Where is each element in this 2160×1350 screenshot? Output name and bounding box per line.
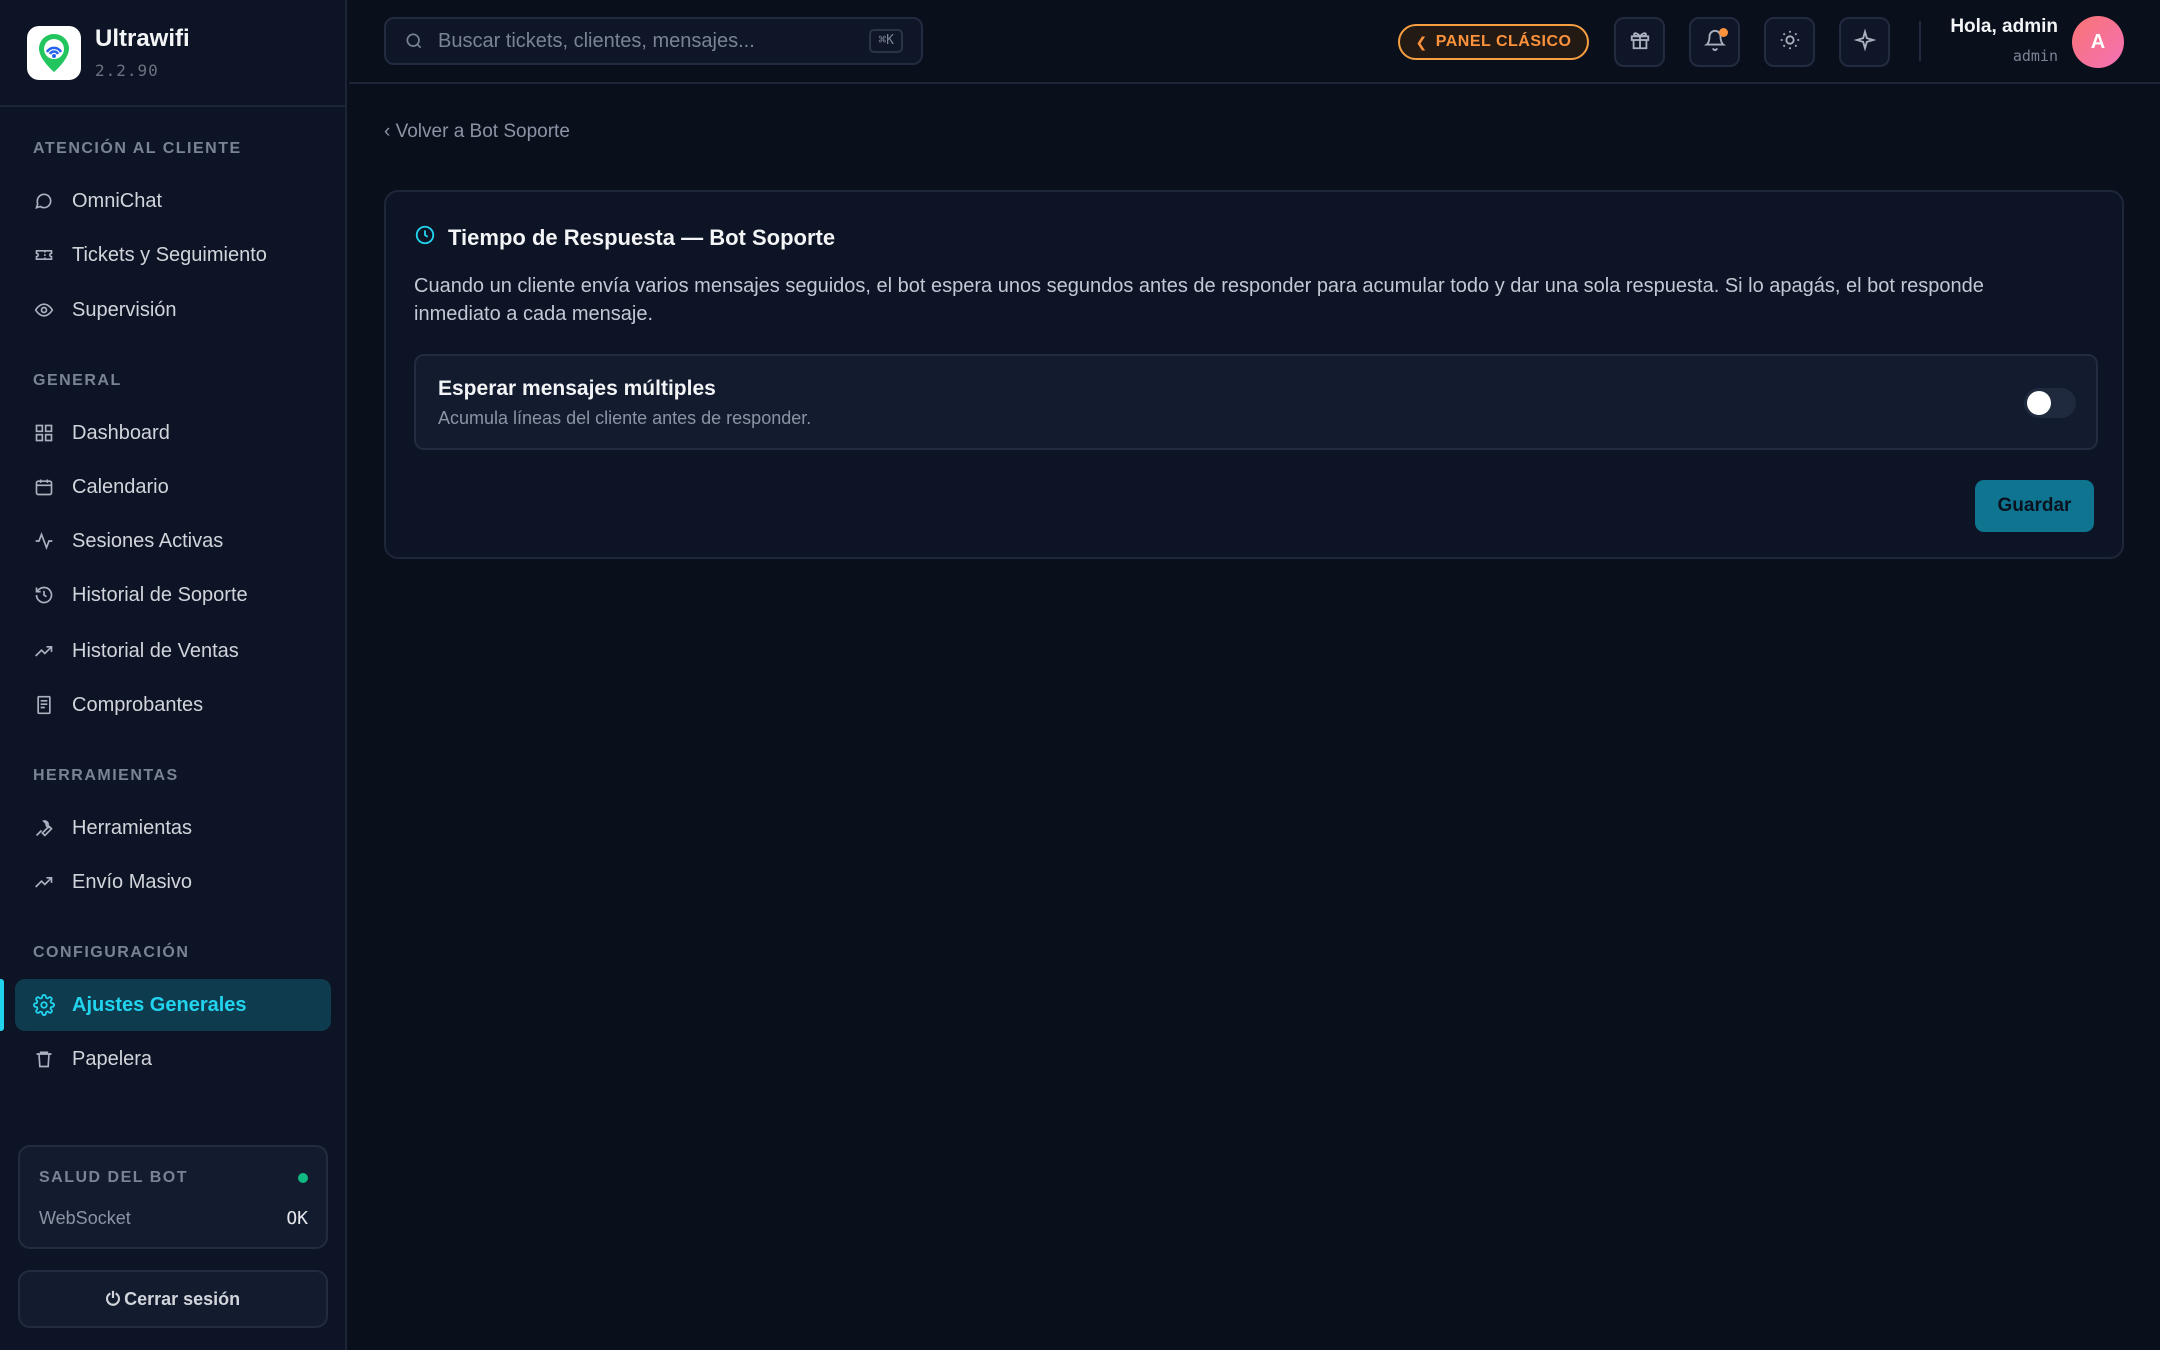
classic-panel-label: PANEL CLÁSICO [1435,33,1572,50]
trending-up-icon [33,871,55,893]
activity-icon [33,530,55,552]
save-button[interactable]: Guardar [1975,480,2094,532]
sidebar-item-label: Historial de Ventas [72,639,239,662]
sidebar-item-label: Historial de Soporte [72,583,248,606]
section-title-configuracion: CONFIGURACIÓN [33,944,190,961]
search-icon [404,31,424,51]
websocket-label: WebSocket [39,1208,131,1228]
user-info: Hola, admin admin [1950,16,2058,65]
card-header: Tiempo de Respuesta — Bot Soporte [414,224,835,251]
sidebar-item-label: Herramientas [72,816,193,839]
sidebar-item-papelera[interactable]: Papelera [15,1033,331,1085]
trending-up-icon [33,640,55,662]
sidebar-item-label: Ajustes Generales [72,993,247,1016]
sidebar-item-label: OmniChat [72,189,163,212]
topbar: ⌘K ❮ PANEL CLÁSICO Hola, admin admin A [349,0,2160,84]
user-role: admin [2012,47,2058,65]
sidebar-item-historial-ventas[interactable]: Historial de Ventas [15,625,331,677]
sidebar-item-herramientas[interactable]: Herramientas [15,802,331,854]
ai-assistant-button[interactable] [1839,17,1890,67]
active-indicator [0,979,4,1031]
sidebar-item-calendario[interactable]: Calendario [15,461,331,513]
section-title-atencion: ATENCIÓN AL CLIENTE [33,140,242,157]
sidebar-item-ajustes-generales[interactable]: Ajustes Generales [15,979,331,1031]
ticket-icon [33,244,55,266]
app-name: Ultrawifi [95,25,190,52]
sidebar-item-label: Sesiones Activas [72,529,224,552]
sidebar-item-label: Papelera [72,1047,153,1070]
bot-health-title: SALUD DEL BOT [39,1169,188,1186]
sidebar-item-historial-soporte[interactable]: Historial de Soporte [15,569,331,621]
eye-icon [33,299,55,321]
shortcut-hint: ⌘K [869,29,903,53]
sidebar-item-label: Calendario [72,475,169,498]
card-description: Cuando un cliente envía varios mensajes … [414,275,1984,325]
gift-icon [1629,29,1651,56]
search-box[interactable]: ⌘K [384,17,923,65]
gear-icon [33,994,55,1016]
sun-icon [1779,29,1801,56]
response-time-card: Tiempo de Respuesta — Bot Soporte Cuando… [384,190,2124,559]
section-title-general: GENERAL [33,372,122,389]
clock-icon [414,224,436,251]
receipt-icon [33,694,55,716]
sidebar-item-dashboard[interactable]: Dashboard [15,407,331,459]
theme-toggle-button[interactable] [1764,17,1815,67]
sidebar-item-label: Comprobantes [72,693,204,716]
status-dot [298,1173,308,1183]
sidebar-item-label: Tickets y Seguimiento [72,243,267,266]
websocket-status: OK [286,1208,308,1229]
logout-button[interactable]: ⏻ Cerrar sesión [18,1270,328,1328]
sidebar-item-omnichat[interactable]: OmniChat [15,175,331,227]
sidebar-item-label: Dashboard [72,421,170,444]
greeting-text: Hola, admin [1950,16,2058,37]
sidebar-item-comprobantes[interactable]: Comprobantes [15,679,331,731]
topbar-divider [1919,21,1921,61]
back-link[interactable]: ‹ Volver a Bot Soporte [384,121,570,143]
option-subtitle: Acumula líneas del cliente antes de resp… [438,408,812,428]
sidebar-item-supervision[interactable]: Supervisión [15,284,331,336]
grid-icon [33,422,55,444]
chat-bubble-icon [33,190,55,212]
avatar[interactable]: A [2072,16,2124,68]
logout-label: Cerrar sesión [124,1288,241,1309]
sidebar-item-envio-masivo[interactable]: Envío Masivo [15,856,331,908]
search-input[interactable] [438,29,858,53]
chevron-left-icon: ❮ [1415,33,1428,50]
toggle-knob [2027,391,2051,415]
gift-button[interactable] [1614,17,1665,67]
wait-messages-toggle[interactable] [2024,388,2076,418]
sidebar-item-tickets[interactable]: Tickets y Seguimiento [15,229,331,281]
sidebar-item-label: Envío Masivo [72,870,193,893]
sparkle-icon [1852,27,1877,56]
sidebar-item-label: Supervisión [72,298,177,321]
card-title: Tiempo de Respuesta — Bot Soporte [448,224,836,250]
sidebar: Ultrawifi 2.2.90 ATENCIÓN AL CLIENTE Omn… [0,0,347,1350]
option-title: Esperar mensajes múltiples [438,377,716,400]
bot-health-panel: SALUD DEL BOT WebSocket OK [18,1145,328,1249]
section-title-herramientas: HERRAMIENTAS [33,767,179,784]
notification-badge [1719,28,1728,37]
app-version: 2.2.90 [95,61,159,80]
brand: Ultrawifi 2.2.90 [0,0,345,107]
trash-icon [33,1048,55,1070]
wait-multiple-messages-option: Esperar mensajes múltiples Acumula línea… [414,354,2098,450]
history-icon [33,584,55,606]
calendar-icon [33,476,55,498]
classic-panel-button[interactable]: ❮ PANEL CLÁSICO [1398,24,1589,60]
app-logo [27,25,81,80]
wrench-icon [33,817,55,839]
notifications-button[interactable] [1689,17,1740,67]
sidebar-item-sesiones[interactable]: Sesiones Activas [15,515,331,567]
power-icon: ⏻ [105,1288,121,1309]
